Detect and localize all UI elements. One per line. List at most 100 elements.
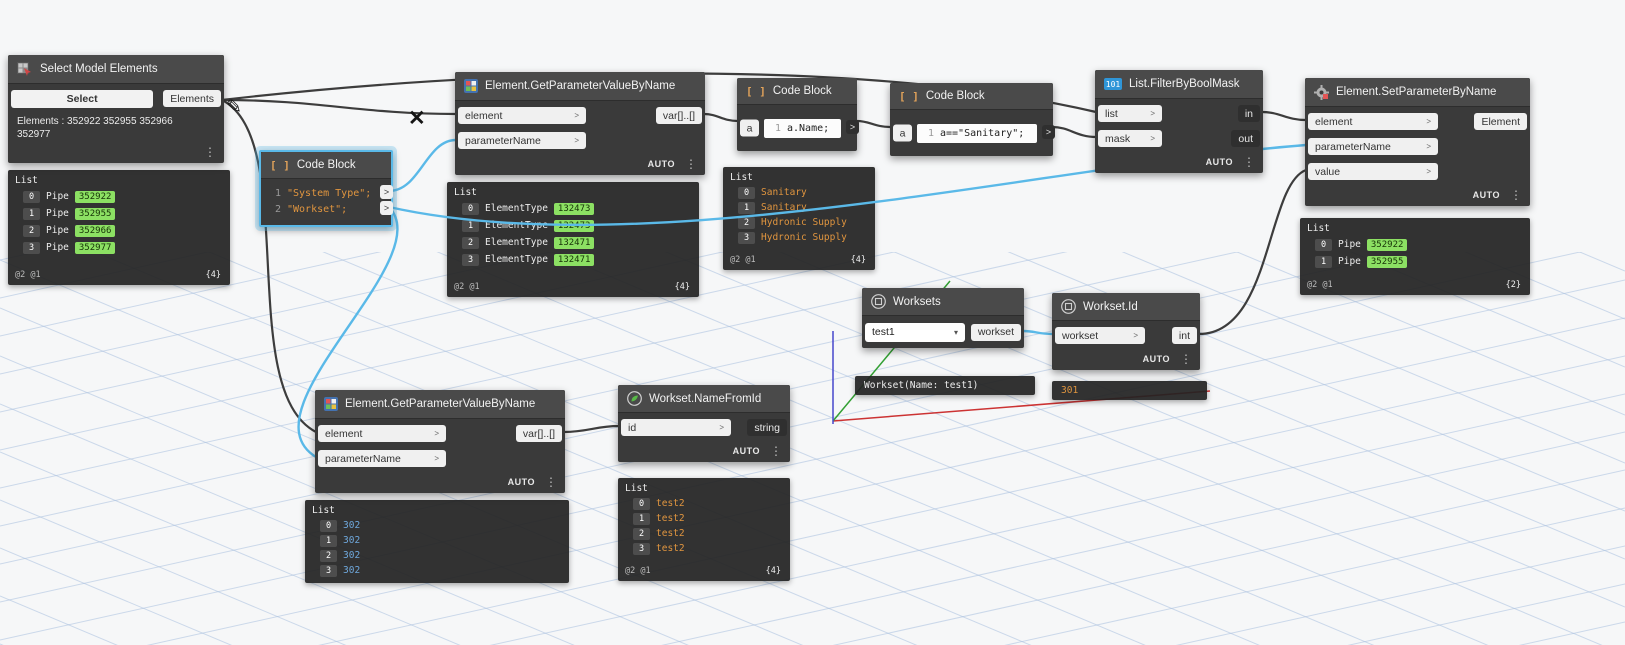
node-getparametervaluebyname-bottom[interactable]: Element.GetParameterValueByName element >… (315, 390, 565, 493)
node-list-filterbyboolmask[interactable]: 101 List.FilterByBoolMask list > in mask >… (1095, 70, 1263, 173)
list-item: 0 302 (310, 518, 562, 533)
list-item: 2 test2 (623, 526, 783, 541)
node-code-block-2[interactable]: [ ] Code Block a 1 a.Name; > (737, 78, 859, 151)
node-header[interactable]: Workset.Id (1052, 293, 1200, 321)
code-editor[interactable]: 1 a.Name; (764, 118, 841, 138)
port-row: workset > int (1052, 323, 1200, 348)
port-input-parametername[interactable]: parameterName > (458, 132, 586, 149)
port-input-element[interactable]: element > (458, 107, 586, 124)
port-input-parametername[interactable]: parameterName > (318, 450, 446, 467)
port-input-workset[interactable]: workset > (1055, 327, 1145, 344)
port-output-2[interactable]: > (380, 201, 393, 215)
list-item: 3 Pipe 352977 (13, 239, 223, 256)
lacing-auto[interactable]: AUTO (733, 446, 760, 456)
code-editor[interactable]: 1 a=="Sanitary"; (917, 123, 1037, 143)
lacing-auto[interactable]: AUTO (1473, 190, 1500, 200)
port-input-value[interactable]: value > (1308, 163, 1438, 180)
node-setparameterbyname[interactable]: Element.SetParameterByName element > Elem… (1305, 78, 1530, 206)
port-input-element[interactable]: element > (1308, 113, 1438, 130)
line-number: 1 (927, 127, 934, 139)
row-type: Pipe (46, 225, 69, 236)
row-value: 352977 (74, 241, 116, 254)
select-button[interactable]: Select (11, 89, 154, 108)
list-filter-icon: 101 (1104, 78, 1122, 90)
row-type: Pipe (46, 242, 69, 253)
node-header[interactable]: Workset.NameFromId (618, 385, 790, 413)
port-output-int[interactable]: int (1171, 327, 1197, 344)
list-item: 2 Pipe 352966 (13, 222, 223, 239)
lacing-auto[interactable]: AUTO (1206, 157, 1233, 167)
port-output-out[interactable]: out (1231, 130, 1260, 147)
node-header[interactable]: [ ] Code Block (737, 78, 857, 105)
row-index: 2 (462, 236, 479, 249)
node-title: Code Block (925, 90, 985, 102)
node-header[interactable]: [ ] Code Block (890, 83, 1053, 110)
node-code-block-3[interactable]: [ ] Code Block a 1 a=="Sanitary"; > (890, 83, 1055, 156)
line-number: 1 (274, 187, 281, 199)
code-block-icon: [ ] (746, 84, 766, 98)
row-value: 302 (343, 565, 361, 576)
node-header[interactable]: Element.GetParameterValueByName (315, 390, 565, 419)
row-index: 1 (633, 512, 650, 525)
list-levels: @2 @1 (15, 270, 41, 280)
port-output-element[interactable]: Element (1474, 113, 1527, 130)
code-line: "System Type"; (287, 187, 372, 199)
node-getparametervaluebyname-top[interactable]: Element.GetParameterValueByName element >… (455, 72, 705, 175)
node-header[interactable]: 101 List.FilterByBoolMask (1095, 70, 1263, 99)
list-item: 0 Pipe 352922 (1305, 236, 1523, 253)
node-menu-icon[interactable]: ⋮ (204, 146, 216, 158)
node-select-model-elements[interactable]: Select Model Elements Select Elements El… (8, 55, 224, 163)
row-value: 132473 (553, 202, 595, 215)
preview-header: List (1307, 223, 1330, 234)
chevron-right-icon: > (1426, 167, 1431, 176)
port-input-element[interactable]: element > (318, 425, 446, 442)
port-output-workset[interactable]: workset (970, 323, 1021, 341)
node-menu-icon[interactable]: ⋮ (685, 158, 697, 170)
port-input-list[interactable]: list > (1098, 105, 1162, 122)
node-workset-id[interactable]: Workset.Id workset > int AUTO ⋮ (1052, 293, 1200, 370)
port-input-mask[interactable]: mask > (1098, 130, 1162, 147)
port-output-string[interactable]: string (747, 419, 787, 436)
workset-dropdown[interactable]: test1 ▾ (865, 322, 965, 342)
code-editor[interactable]: 1 "System Type"; 2 "Workset"; (261, 179, 391, 225)
port-output-var[interactable]: var[]..[] (515, 425, 562, 442)
node-menu-icon[interactable]: ⋮ (1243, 156, 1255, 168)
node-header[interactable]: [ ] Code Block (261, 152, 391, 179)
node-header[interactable]: Select Model Elements (8, 55, 224, 84)
node-code-block-1[interactable]: [ ] Code Block 1 "System Type"; 2 "Workset… (259, 150, 393, 227)
row-index: 1 (462, 219, 479, 232)
node-menu-icon[interactable]: ⋮ (1510, 189, 1522, 201)
node-header[interactable]: Element.SetParameterByName (1305, 78, 1530, 107)
port-input-a[interactable]: a (893, 124, 912, 142)
preview-header: List (15, 175, 38, 186)
preview-bubble-workset-id: 301 (1052, 381, 1207, 400)
row-index: 1 (738, 201, 755, 214)
port-input-parametername[interactable]: parameterName > (1308, 138, 1438, 155)
node-workset-namefromid[interactable]: Workset.NameFromId id > string AUTO ⋮ (618, 385, 790, 462)
node-header[interactable]: Worksets (862, 288, 1024, 316)
node-menu-icon[interactable]: ⋮ (770, 445, 782, 457)
lacing-auto[interactable]: AUTO (1143, 354, 1170, 364)
lacing-auto[interactable]: AUTO (508, 477, 535, 487)
port-output-var[interactable]: var[]..[] (655, 107, 702, 124)
port-row: Select Elements (8, 86, 224, 111)
row-index: 0 (633, 497, 650, 510)
node-menu-icon[interactable]: ⋮ (1180, 353, 1192, 365)
port-output-1[interactable]: > (380, 185, 393, 199)
node-header[interactable]: Element.GetParameterValueByName (455, 72, 705, 101)
row-index: 0 (462, 202, 479, 215)
node-menu-icon[interactable]: ⋮ (545, 476, 557, 488)
node-title: Element.GetParameterValueByName (485, 80, 676, 92)
select-elements-icon (17, 62, 33, 76)
port-output[interactable]: > (1042, 125, 1055, 139)
port-input-a[interactable]: a (740, 119, 759, 137)
node-worksets[interactable]: Worksets test1 ▾ workset (862, 288, 1024, 348)
list-item: 2 302 (310, 548, 562, 563)
selected-elements-info: Elements : 352922 352955 352966 352977 (17, 116, 173, 140)
port-output-in[interactable]: in (1237, 105, 1260, 122)
port-output-elements[interactable]: Elements (163, 90, 221, 107)
row-value: test2 (656, 543, 685, 554)
lacing-auto[interactable]: AUTO (648, 159, 675, 169)
port-output[interactable]: > (846, 120, 859, 134)
port-input-id[interactable]: id > (621, 419, 731, 436)
